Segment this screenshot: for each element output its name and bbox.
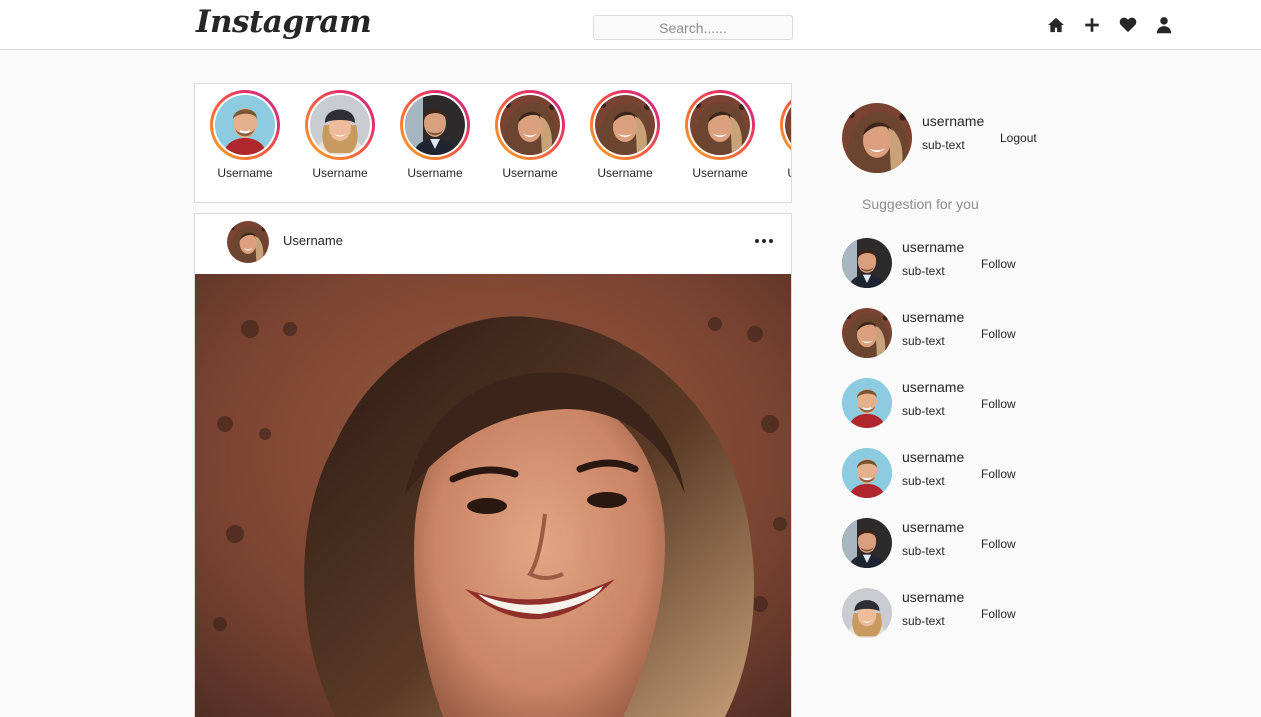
post-username[interactable]: Username <box>283 233 343 248</box>
suggestion-username[interactable]: username <box>902 449 964 465</box>
suggestion-item: username sub-text Follow <box>842 238 1082 308</box>
suggestion-item: username sub-text Follow <box>842 518 1082 588</box>
post-avatar[interactable] <box>227 221 269 263</box>
user-icon[interactable] <box>1153 14 1175 36</box>
suggestion-avatar[interactable] <box>842 588 892 638</box>
suggestion-avatar[interactable] <box>842 308 892 358</box>
suggestion-subtext: sub-text <box>902 544 945 558</box>
profile-username[interactable]: username <box>922 113 984 129</box>
suggestion-avatar[interactable] <box>842 378 892 428</box>
story-item[interactable]: Username <box>585 90 665 180</box>
post-image[interactable] <box>195 274 791 717</box>
plus-icon[interactable] <box>1081 14 1103 36</box>
suggestion-username[interactable]: username <box>902 239 964 255</box>
story-username[interactable]: Username <box>205 166 285 180</box>
search-input[interactable] <box>593 15 793 40</box>
story-avatar[interactable] <box>500 95 560 155</box>
story-item[interactable]: Username <box>395 90 475 180</box>
story-avatar[interactable] <box>785 95 791 155</box>
top-navbar: Instagram <box>0 0 1261 50</box>
home-icon[interactable] <box>1045 14 1067 36</box>
suggestion-subtext: sub-text <box>902 404 945 418</box>
profile-avatar[interactable] <box>842 103 912 173</box>
suggestion-item: username sub-text Follow <box>842 588 1082 658</box>
story-username[interactable]: Username <box>775 166 791 180</box>
suggestion-username[interactable]: username <box>902 589 964 605</box>
suggestions-list: username sub-text Follow username sub-text Fo… <box>842 238 1082 658</box>
suggestion-username[interactable]: username <box>902 379 964 395</box>
story-avatar[interactable] <box>690 95 750 155</box>
suggestion-subtext: sub-text <box>902 264 945 278</box>
story-username[interactable]: Username <box>395 166 475 180</box>
story-ring[interactable] <box>780 90 791 160</box>
story-ring[interactable] <box>495 90 565 160</box>
story-item[interactable]: Username <box>490 90 570 180</box>
follow-button[interactable]: Follow <box>981 257 1016 271</box>
story-item[interactable]: Username <box>300 90 380 180</box>
follow-button[interactable]: Follow <box>981 467 1016 481</box>
story-ring[interactable] <box>305 90 375 160</box>
suggestions-title: Suggestion for you <box>862 196 979 212</box>
suggestion-avatar[interactable] <box>842 238 892 288</box>
post-header: Username <box>195 214 791 274</box>
suggestion-subtext: sub-text <box>902 614 945 628</box>
story-avatar[interactable] <box>215 95 275 155</box>
story-ring[interactable] <box>210 90 280 160</box>
story-ring[interactable] <box>685 90 755 160</box>
story-item[interactable]: Username <box>205 90 285 180</box>
suggestion-username[interactable]: username <box>902 309 964 325</box>
story-avatar[interactable] <box>310 95 370 155</box>
feed-post: Username <box>194 213 792 717</box>
follow-button[interactable]: Follow <box>981 397 1016 411</box>
follow-button[interactable]: Follow <box>981 327 1016 341</box>
story-username[interactable]: Username <box>585 166 665 180</box>
suggestion-item: username sub-text Follow <box>842 448 1082 518</box>
stories-bar: Username Username Username Username Username… <box>194 83 792 203</box>
instagram-logo[interactable]: Instagram <box>196 4 372 40</box>
logout-button[interactable]: Logout <box>1000 131 1037 145</box>
more-dots-icon[interactable] <box>755 234 773 248</box>
suggestion-avatar[interactable] <box>842 518 892 568</box>
suggestion-username[interactable]: username <box>902 519 964 535</box>
suggestion-avatar[interactable] <box>842 448 892 498</box>
suggestion-item: username sub-text Follow <box>842 308 1082 378</box>
follow-button[interactable]: Follow <box>981 537 1016 551</box>
suggestion-item: username sub-text Follow <box>842 378 1082 448</box>
story-item[interactable]: Username <box>775 90 791 180</box>
story-avatar[interactable] <box>595 95 655 155</box>
story-username[interactable]: Username <box>490 166 570 180</box>
nav-icons <box>1045 14 1189 36</box>
story-username[interactable]: Username <box>300 166 380 180</box>
profile-card: username sub-text Logout <box>842 103 1082 175</box>
story-avatar[interactable] <box>405 95 465 155</box>
suggestion-subtext: sub-text <box>902 474 945 488</box>
story-ring[interactable] <box>590 90 660 160</box>
profile-subtext: sub-text <box>922 138 965 152</box>
story-ring[interactable] <box>400 90 470 160</box>
story-item[interactable]: Username <box>680 90 760 180</box>
follow-button[interactable]: Follow <box>981 607 1016 621</box>
story-username[interactable]: Username <box>680 166 760 180</box>
heart-icon[interactable] <box>1117 14 1139 36</box>
suggestion-subtext: sub-text <box>902 334 945 348</box>
